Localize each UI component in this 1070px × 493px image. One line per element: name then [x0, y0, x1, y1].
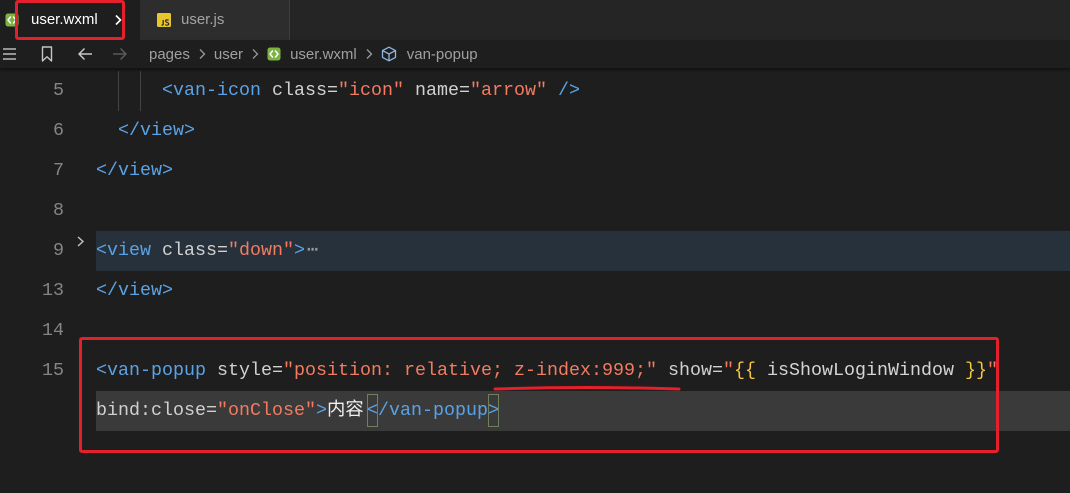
- breadcrumb-item-pages[interactable]: pages: [149, 40, 190, 68]
- code-token-string: "icon": [338, 80, 404, 101]
- code-line[interactable]: 13 </view>: [0, 271, 1070, 311]
- code-line[interactable]: 6 </view>: [0, 111, 1070, 151]
- code-text: </view>: [96, 271, 173, 311]
- breadcrumb-label: van-popup: [406, 45, 478, 63]
- annotation-underline: [493, 386, 681, 391]
- outline-list-icon[interactable]: [0, 46, 18, 62]
- code-token-ws: [96, 80, 162, 101]
- code-token-tag: </view>: [96, 160, 173, 181]
- breadcrumb-bar: pages user user.wxml van-popup: [0, 40, 1070, 68]
- code-line[interactable]: 8: [0, 191, 1070, 231]
- code-text: <view class="down"> ⋯: [96, 231, 318, 271]
- code-text: </view>: [96, 151, 173, 191]
- code-token-attr: class=: [272, 80, 338, 101]
- wxml-file-icon: [267, 47, 281, 61]
- forward-arrow-icon[interactable]: [112, 47, 128, 61]
- code-token-fold: ⋯: [307, 240, 319, 261]
- code-token-string: "down": [228, 240, 294, 261]
- line-number: 14: [42, 320, 64, 341]
- code-token-ws: [96, 120, 118, 141]
- tab-label: user.js: [181, 11, 225, 28]
- breadcrumb-item-van-popup[interactable]: van-popup: [381, 40, 478, 68]
- code-token-tag: </view>: [96, 280, 173, 301]
- breadcrumb-label: user: [213, 45, 244, 63]
- code-token-attr: class=: [162, 240, 228, 261]
- code-text: </view>: [96, 111, 195, 151]
- bookmark-icon[interactable]: [41, 46, 53, 62]
- code-token-tag: <van-icon: [162, 80, 261, 101]
- line-number: 6: [53, 120, 64, 141]
- code-token-attr: name=: [415, 80, 470, 101]
- editor-tab-bar: user.wxml user.js: [0, 0, 1070, 40]
- code-text: <van-icon class="icon" name="arrow" />: [96, 71, 580, 111]
- line-number: 15: [42, 360, 64, 381]
- line-number: 9: [53, 240, 64, 261]
- line-number: 5: [53, 80, 64, 101]
- chevron-right-icon: [366, 49, 373, 59]
- chevron-right-icon: [252, 49, 259, 59]
- breadcrumb: pages user user.wxml van-popup: [149, 40, 478, 68]
- code-token-tag: >: [294, 240, 305, 261]
- line-number: 13: [42, 280, 64, 301]
- code-line[interactable]: 5 <van-icon class="icon" name="arrow" />: [0, 71, 1070, 111]
- js-file-icon: [157, 13, 171, 27]
- cube-icon: [381, 46, 396, 62]
- annotation-box-code: [79, 337, 999, 453]
- code-token-string: "arrow": [470, 80, 547, 101]
- breadcrumb-item-user[interactable]: user: [214, 40, 243, 68]
- breadcrumb-item-user-wxml[interactable]: user.wxml: [267, 40, 357, 68]
- breadcrumb-label: user.wxml: [290, 45, 357, 63]
- code-token-tag: <view: [96, 240, 151, 261]
- code-line[interactable]: 7 </view>: [0, 151, 1070, 191]
- breadcrumb-label: pages: [149, 45, 190, 63]
- code-token-tag: </view>: [118, 120, 195, 141]
- line-number: 8: [53, 200, 64, 221]
- code-token-tag: />: [558, 80, 580, 101]
- line-number: 7: [53, 160, 64, 181]
- fold-chevron-icon[interactable]: [75, 235, 86, 248]
- annotation-box-tab: [15, 0, 125, 40]
- back-arrow-icon[interactable]: [77, 47, 93, 61]
- code-line[interactable]: 9 <view class="down"> ⋯: [0, 231, 1070, 271]
- tab-user-js[interactable]: user.js: [140, 0, 290, 40]
- chevron-right-icon: [199, 49, 206, 59]
